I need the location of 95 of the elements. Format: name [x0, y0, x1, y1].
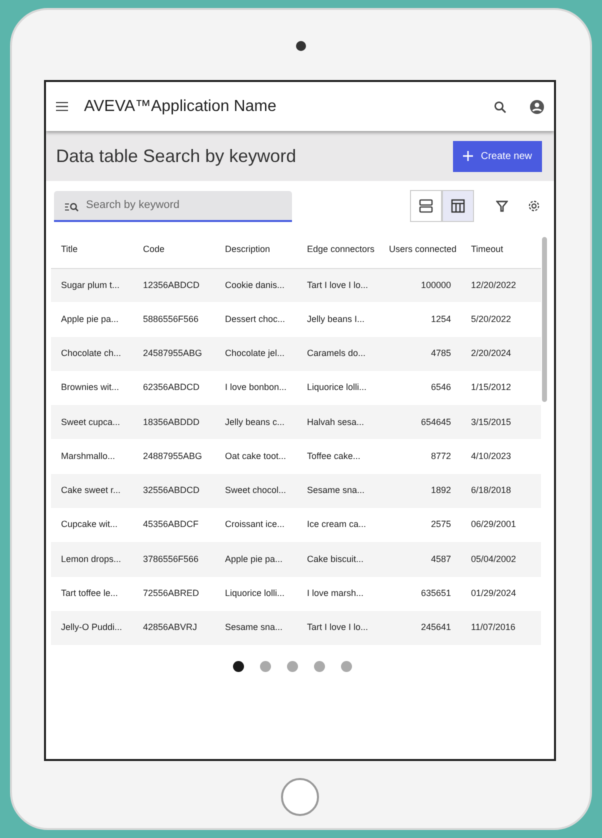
table-cell: Marshmallo... [61, 450, 116, 461]
settings-icon [527, 198, 541, 213]
table-cell: 3786556F566 [143, 554, 199, 564]
table-cell: Sweet chocol... [225, 485, 286, 496]
table-cell: Dessert choc... [225, 314, 286, 324]
home-button[interactable] [281, 778, 319, 816]
table-cell: 62356ABDCD [143, 382, 200, 392]
table-cell: 72556ABRED [143, 588, 200, 598]
table-cell: Apple pie pa... [61, 314, 119, 324]
table-cell: 05/04/2002 [471, 554, 516, 564]
table-cell: 32556ABDCD [143, 485, 200, 496]
table-cell: Cupcake wit... [61, 519, 118, 530]
table-cell: 100000 [420, 280, 451, 290]
table-cell: 24887955ABG [143, 450, 202, 461]
table-cell: Sesame sna... [225, 622, 283, 632]
table-cell: Toffee cake... [307, 450, 360, 461]
table-cell: Jelly-O Puddi... [61, 622, 122, 632]
table-cell: 11/07/2016 [471, 622, 516, 632]
table-cell: Tart I love I lo... [307, 280, 368, 290]
table-cell: 01/29/2024 [471, 588, 516, 598]
table-cell: Tart toffee le... [61, 588, 118, 598]
scrollbar[interactable] [542, 237, 547, 402]
page-title: Data table Search by keyword [56, 144, 296, 168]
plus-icon [462, 151, 473, 161]
table-cell: 45356ABDCF [143, 519, 199, 530]
table-cell: 12/20/2022 [471, 280, 516, 290]
column-header[interactable]: Users connected [389, 244, 457, 254]
table-cell: 1892 [430, 485, 451, 496]
column-header[interactable]: Edge connectors [307, 244, 375, 254]
table-cell: 2575 [430, 519, 451, 530]
table-cell: 18356ABDDD [143, 416, 200, 427]
table-cell: Liquorice lolli... [307, 382, 367, 392]
table-cell: 245641 [420, 622, 451, 632]
search-icon [65, 202, 79, 212]
table-cell: 24587955ABG [143, 348, 202, 358]
create-button[interactable]: Create new [452, 140, 542, 172]
table-cell: Sesame sna... [307, 485, 365, 496]
table-cell: Caramels do... [307, 348, 366, 358]
table-cell: Jelly beans I... [307, 314, 365, 324]
table-view-button[interactable] [442, 190, 474, 222]
column-header[interactable]: Title [61, 244, 78, 254]
menu-icon[interactable] [56, 102, 68, 111]
app-title: AVEVA™Application Name [84, 96, 276, 116]
table-cell: 1254 [430, 314, 451, 324]
table-cell: Apple pie pa... [225, 554, 283, 564]
table-cell: 8772 [430, 450, 451, 461]
table-cell: Chocolate jel... [225, 348, 285, 358]
table-cell: Oat cake toot... [225, 450, 286, 461]
table-cell: 5/20/2022 [471, 314, 512, 324]
column-header[interactable]: Code [143, 244, 165, 254]
table-cell: Ice cream ca... [307, 519, 366, 530]
table-cell: 3/15/2015 [471, 416, 512, 427]
table-cell: Cake biscuit... [307, 554, 364, 564]
table-cell: 12356ABDCD [143, 280, 200, 290]
table-cell: Croissant ice... [225, 519, 285, 530]
rows-icon [419, 198, 433, 213]
page-dot[interactable] [286, 661, 298, 672]
table-cell: I love bonbon... [225, 382, 287, 392]
table-icon [451, 198, 465, 213]
table-cell: 2/20/2024 [471, 348, 512, 358]
table-cell: Lemon drops... [61, 554, 122, 564]
camera-icon [296, 41, 306, 51]
column-header[interactable]: Timeout [471, 244, 504, 254]
table-cell: 06/29/2001 [471, 519, 516, 530]
search-icon[interactable] [494, 100, 506, 112]
page-dot[interactable] [340, 661, 352, 672]
table-cell: Brownies wit... [61, 382, 120, 392]
table-cell: 6546 [430, 382, 451, 392]
table-cell: Cookie danis... [225, 280, 285, 290]
table-cell: 4785 [430, 348, 451, 358]
filter-icon [496, 200, 508, 212]
table-cell: Cake sweet r... [61, 485, 121, 496]
table-cell: I love marsh... [307, 588, 364, 598]
table-cell: 4587 [430, 554, 451, 564]
table-cell: 635651 [420, 588, 451, 598]
table-cell: 5886556F566 [143, 314, 199, 324]
column-header[interactable]: Description [225, 244, 270, 254]
user-icon[interactable] [530, 100, 544, 114]
table-cell: 654645 [420, 416, 451, 427]
table-cell: Chocolate ch... [61, 348, 122, 358]
table-cell: 4/10/2023 [471, 450, 512, 461]
search-field[interactable]: Search by keyword [54, 190, 292, 222]
page-dot[interactable] [314, 661, 324, 672]
table-cell: Jelly beans c... [225, 416, 285, 427]
table-cell: 6/18/2018 [471, 485, 512, 496]
table-cell: Halvah sesa... [307, 416, 364, 427]
table-cell: 42856ABVRJ [143, 622, 198, 632]
page-dot[interactable] [232, 661, 244, 672]
table-cell: 1/15/2012 [471, 382, 512, 392]
page-dot[interactable] [260, 661, 270, 672]
table-cell: Sugar plum t... [61, 280, 120, 290]
row-view-button[interactable] [410, 190, 442, 222]
table-cell: Liquorice lolli... [225, 588, 285, 598]
table-cell: Tart I love I lo... [307, 622, 368, 632]
table-cell: Sweet cupca... [61, 416, 120, 427]
